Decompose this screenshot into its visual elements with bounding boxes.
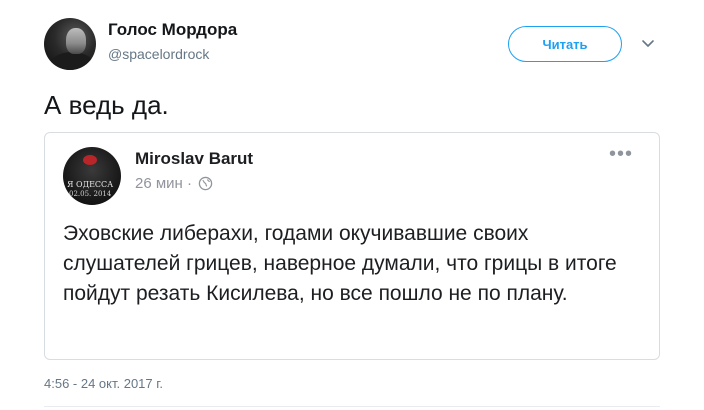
author-handle[interactable]: @spacelordrock	[108, 46, 209, 62]
follow-button[interactable]: Читать	[508, 26, 622, 62]
divider	[44, 406, 660, 407]
chevron-down-icon[interactable]	[640, 36, 656, 52]
author-display-name[interactable]: Голос Мордора	[108, 20, 237, 40]
embedded-post-time[interactable]: 26 мин ·	[135, 175, 192, 192]
tweet-text: А ведь да.	[44, 90, 169, 120]
globe-icon	[198, 176, 213, 191]
embedded-post-meta: 26 мин ·	[135, 175, 213, 192]
avatar-red-flower	[83, 155, 97, 165]
more-dots-icon[interactable]: •••	[609, 143, 633, 166]
embedded-post-card: Я ОДЕССА 02.05. 2014 Miroslav Barut 26 м…	[44, 132, 660, 360]
tweet-timestamp[interactable]: 4:56 - 24 окт. 2017 г.	[44, 376, 163, 391]
embedded-author-name[interactable]: Miroslav Barut	[135, 149, 253, 169]
embedded-post-text: Эховские либерахи, годами окучивавшие св…	[63, 222, 617, 305]
avatar-face	[66, 28, 86, 54]
author-avatar[interactable]	[44, 18, 96, 70]
avatar-caption-line1: Я ОДЕССА	[67, 180, 114, 189]
tweet: Голос Мордора @spacelordrock Читать А ве…	[0, 0, 704, 410]
avatar-caption-line2: 02.05. 2014	[69, 190, 112, 198]
avatar-shoulder	[50, 52, 94, 70]
embedded-author-avatar[interactable]: Я ОДЕССА 02.05. 2014	[63, 147, 121, 205]
